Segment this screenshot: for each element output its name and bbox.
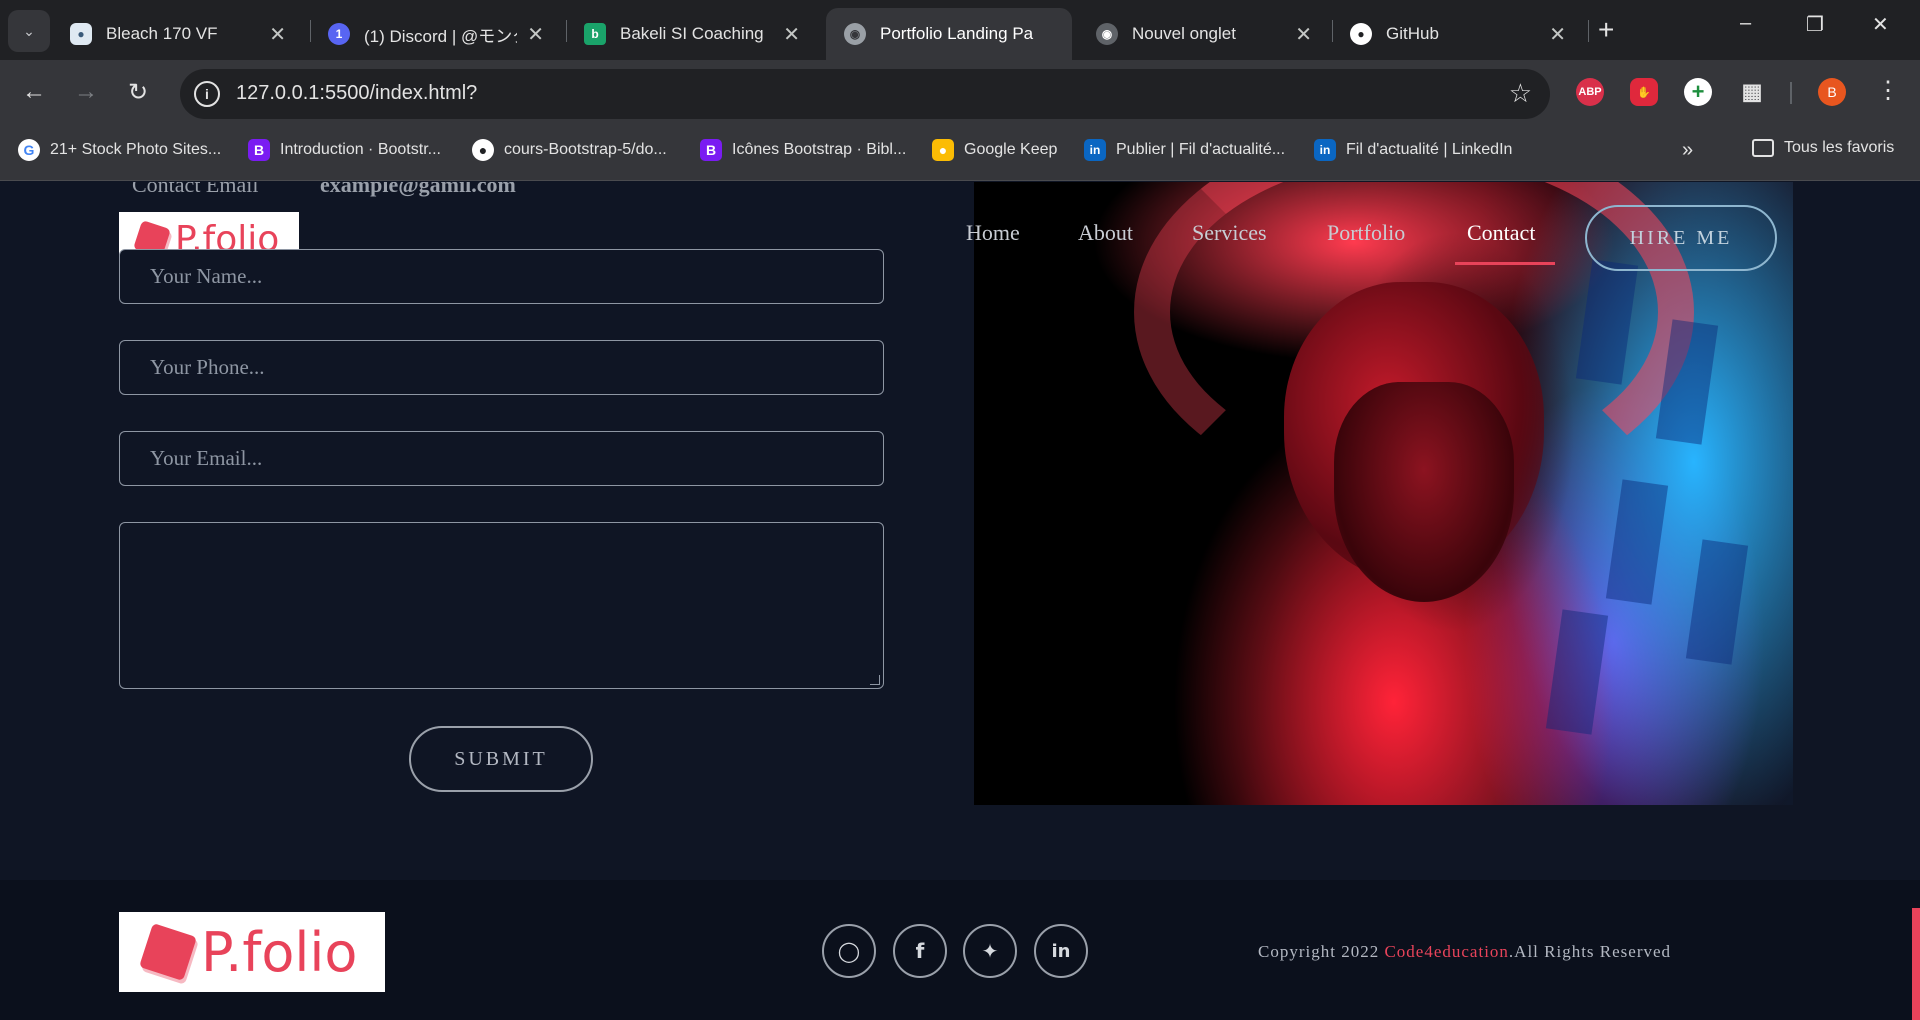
copyright-text: Copyright 2022 Code4education.All Rights… <box>1258 942 1672 961</box>
github-icon: ● <box>472 139 494 161</box>
bookmark-item[interactable]: in Publier | Fil d'actualité... <box>1084 139 1285 161</box>
tab-search-chevron-icon[interactable]: ⌄ <box>8 10 50 52</box>
tab-title: Nouvel onglet <box>1132 24 1236 43</box>
active-nav-underline <box>1455 262 1555 265</box>
web-page: Contact Email example@gamil.com P.folio … <box>0 182 1920 1020</box>
phone-input[interactable]: Your Phone... <box>119 340 884 395</box>
google-icon: G <box>18 139 40 161</box>
bootstrap-icon: B <box>248 139 270 161</box>
linkedin-icon: in <box>1314 139 1336 161</box>
github-icon: ● <box>1350 23 1372 45</box>
nav-contact[interactable]: Contact <box>1467 220 1535 246</box>
tab-title: Bakeli SI Coaching <box>620 24 764 43</box>
hire-me-button[interactable]: HIRE ME <box>1585 205 1777 271</box>
bookmark-star-icon[interactable]: ☆ <box>1509 78 1532 109</box>
tab-title: GitHub <box>1386 24 1439 43</box>
tab-new[interactable]: ◉ Nouvel onglet ✕ <box>1078 8 1328 60</box>
phone-placeholder: Your Phone... <box>150 355 265 379</box>
bookmark-item[interactable]: ● cours-Bootstrap-5/do... <box>472 139 667 161</box>
tab-portfolio[interactable]: ◉ Portfolio Landing Pa <box>826 8 1072 60</box>
puzzle-icon[interactable]: ▦ <box>1738 78 1766 106</box>
bakeli-icon: b <box>584 23 606 45</box>
nav-about[interactable]: About <box>1078 220 1133 246</box>
tab-bakeli[interactable]: b Bakeli SI Coaching ✕ <box>566 8 816 60</box>
contact-value: example@gamil.com <box>320 182 516 197</box>
name-input[interactable]: Your Name... <box>119 249 884 304</box>
tab-bleach[interactable]: ● Bleach 170 VF ✕ <box>52 8 302 60</box>
close-icon[interactable]: ✕ <box>1549 22 1566 47</box>
nav-portfolio[interactable]: Portfolio <box>1327 220 1405 246</box>
linkedin-icon[interactable]: in <box>1034 924 1088 978</box>
bootstrap-icon: B <box>700 139 722 161</box>
all-bookmarks[interactable]: Tous les favoris <box>1752 139 1894 157</box>
hero-image-hooded-man <box>974 182 1793 805</box>
discord-icon: 1 <box>328 23 350 45</box>
facebook-icon[interactable]: f <box>893 924 947 978</box>
cat-icon: ● <box>70 23 92 45</box>
more-bookmarks-chevron-icon[interactable]: » <box>1682 139 1693 162</box>
url-text[interactable]: 127.0.0.1:5500/index.html? <box>236 82 477 105</box>
bookmark-item[interactable]: G 21+ Stock Photo Sites... <box>18 139 221 161</box>
close-window-icon[interactable]: ✕ <box>1872 12 1889 37</box>
profile-avatar[interactable]: B <box>1818 78 1846 106</box>
adblock-icon[interactable]: ABP <box>1576 78 1604 106</box>
logo-mark-icon <box>139 923 197 981</box>
browser-toolbar: ← → ↻ i 127.0.0.1:5500/index.html? ☆ ABP… <box>0 60 1920 126</box>
footer-logo[interactable]: P.folio <box>119 912 385 992</box>
close-icon[interactable]: ✕ <box>1295 22 1312 47</box>
add-extension-icon[interactable]: + <box>1684 78 1712 106</box>
chrome-icon: ◉ <box>1096 23 1118 45</box>
new-tab-plus-icon[interactable]: + <box>1598 14 1614 46</box>
nav-services[interactable]: Services <box>1192 220 1267 246</box>
copyright-brand-link[interactable]: Code4education <box>1384 942 1508 961</box>
tab-discord[interactable]: 1 (1) Discord | @モンタ ✕ <box>310 8 560 60</box>
keep-icon: ● <box>932 139 954 161</box>
footer: P.folio ◯ f ✦ in Copyright 2022 Code4edu… <box>0 880 1920 1020</box>
email-placeholder: Your Email... <box>150 446 263 470</box>
folder-icon <box>1752 139 1774 157</box>
contact-label: Contact Email <box>132 182 259 197</box>
site-info-icon[interactable]: i <box>194 81 220 107</box>
message-textarea[interactable] <box>119 522 884 689</box>
tab-title: Bleach 170 VF <box>106 24 218 43</box>
linkedin-icon: in <box>1084 139 1106 161</box>
close-icon[interactable]: ✕ <box>783 22 800 47</box>
close-icon[interactable]: ✕ <box>527 22 544 47</box>
submit-button[interactable]: SUBMIT <box>409 726 593 792</box>
contact-email-row: Contact Email example@gamil.com <box>132 182 516 198</box>
back-arrow-icon[interactable]: ← <box>22 78 46 106</box>
email-input[interactable]: Your Email... <box>119 431 884 486</box>
instagram-icon[interactable]: ◯ <box>822 924 876 978</box>
reload-icon[interactable]: ↻ <box>128 78 148 107</box>
tab-github[interactable]: ● GitHub ✕ <box>1332 8 1582 60</box>
bookmark-item[interactable]: in Fil d'actualité | LinkedIn <box>1314 139 1512 161</box>
close-icon[interactable]: ✕ <box>269 22 286 47</box>
menu-dots-icon[interactable]: ⋮ <box>1876 76 1900 105</box>
bookmark-item[interactable]: B Icônes Bootstrap · Bibl... <box>700 139 906 161</box>
minimize-icon[interactable]: – <box>1740 12 1751 35</box>
address-bar[interactable]: i 127.0.0.1:5500/index.html? ☆ <box>180 69 1550 119</box>
resize-grip-icon[interactable] <box>870 675 880 685</box>
stop-hand-icon[interactable]: ✋ <box>1630 78 1658 106</box>
bookmarks-bar: G 21+ Stock Photo Sites... B Introductio… <box>0 126 1920 181</box>
forward-arrow-icon[interactable]: → <box>74 78 98 106</box>
globe-icon: ◉ <box>844 23 866 45</box>
bookmark-item[interactable]: B Introduction · Bootstr... <box>248 139 441 161</box>
logo-text: P.folio <box>201 920 358 984</box>
tab-title: Portfolio Landing Pa <box>880 24 1034 43</box>
twitter-icon[interactable]: ✦ <box>963 924 1017 978</box>
bookmark-item[interactable]: ● Google Keep <box>932 139 1057 161</box>
tab-strip: ⌄ ● Bleach 170 VF ✕ 1 (1) Discord | @モンタ… <box>0 0 1920 60</box>
restore-icon[interactable]: ❐ <box>1806 12 1824 37</box>
scroll-to-top-accent[interactable] <box>1912 908 1920 1020</box>
nav-home[interactable]: Home <box>966 220 1020 246</box>
tab-title: (1) Discord | @モンタ <box>364 26 518 46</box>
name-placeholder: Your Name... <box>150 264 263 288</box>
